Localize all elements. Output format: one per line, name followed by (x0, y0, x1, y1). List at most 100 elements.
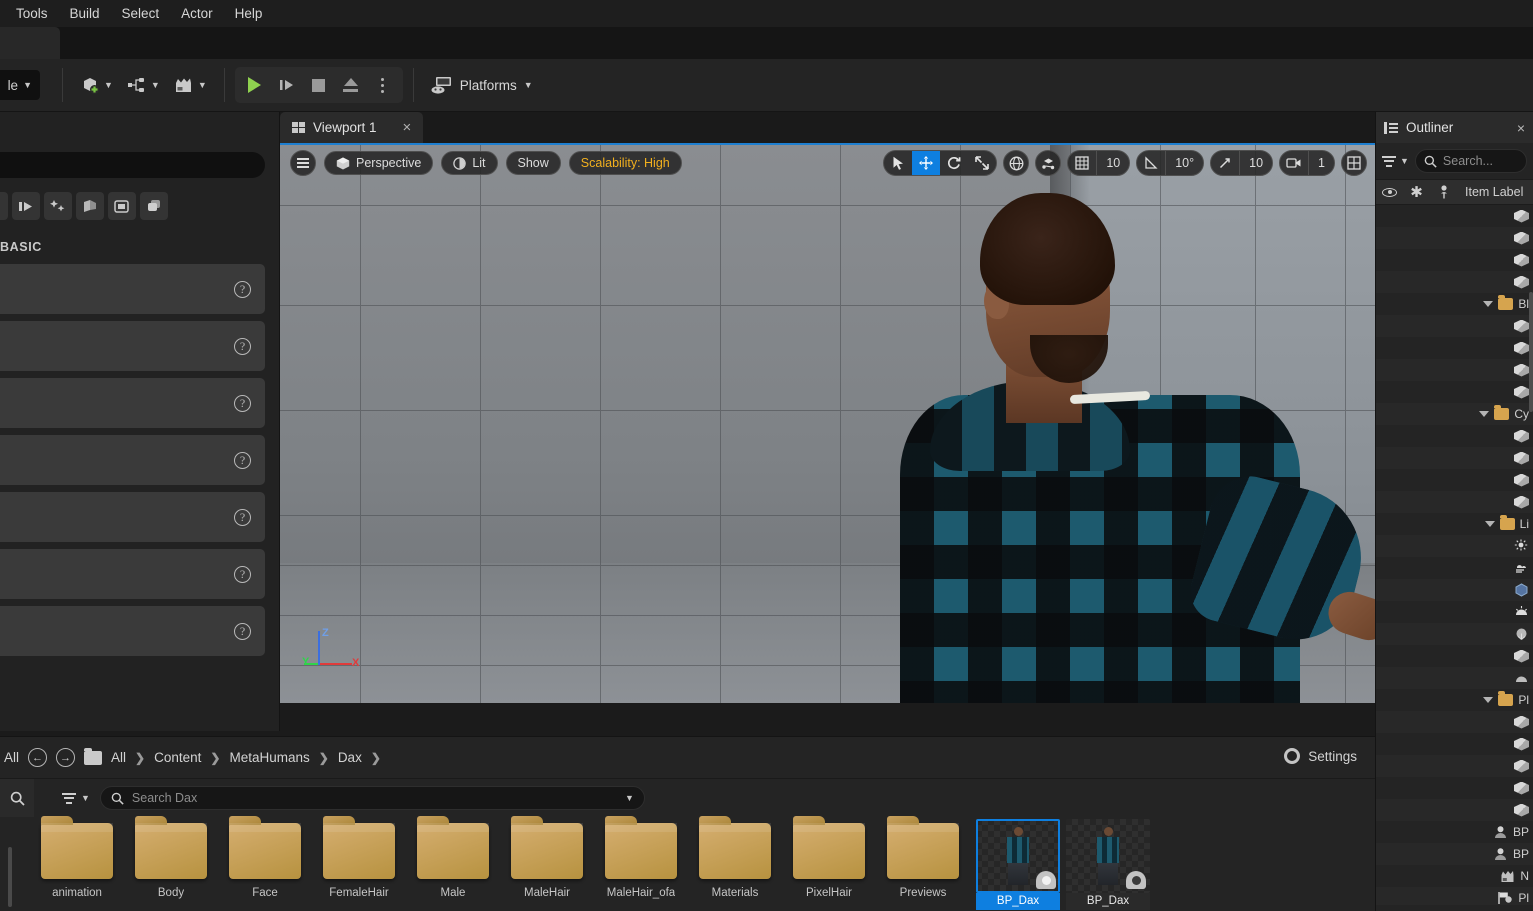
outliner-actor-row[interactable] (1376, 337, 1533, 359)
place-actors-search-input[interactable] (0, 152, 265, 178)
search-dax-field[interactable] (131, 791, 617, 805)
folder-item[interactable]: Body (124, 816, 218, 899)
place-actors-row[interactable]: ? (0, 321, 265, 371)
viewport-layout-button[interactable] (1341, 150, 1367, 176)
outliner-folder-row[interactable]: Cy (1376, 403, 1533, 425)
help-icon[interactable]: ? (234, 280, 251, 298)
scale-tool-button[interactable] (968, 151, 996, 175)
place-actors-row[interactable]: ? (0, 549, 265, 599)
expand-triangle-icon[interactable] (1479, 411, 1490, 417)
forward-arrow-icon[interactable]: → (56, 748, 76, 767)
breadcrumb-item-dax[interactable]: Dax (338, 750, 362, 765)
back-arrow-icon[interactable]: ← (28, 748, 48, 767)
coordinate-system-button[interactable] (1003, 150, 1030, 176)
outliner-actor-row[interactable] (1376, 381, 1533, 403)
outliner-actor-row[interactable] (1376, 711, 1533, 733)
outliner-actor-row[interactable] (1376, 755, 1533, 777)
select-tool-button[interactable] (884, 151, 912, 175)
outliner-folder-row[interactable]: Pl (1376, 689, 1533, 711)
eject-button[interactable] (335, 69, 367, 101)
angle-snap-toggle[interactable] (1137, 151, 1165, 175)
outliner-scrollbar[interactable] (1529, 292, 1533, 412)
menu-item-help[interactable]: Help (225, 2, 273, 25)
volumes-icon[interactable] (108, 192, 136, 220)
camera-speed-toggle[interactable] (1280, 151, 1308, 175)
content-browser-search-input[interactable]: ▼ (99, 786, 645, 810)
help-icon[interactable]: ? (234, 451, 251, 469)
breadcrumb-item-all[interactable]: All (111, 750, 126, 765)
outliner-actor-row[interactable] (1376, 733, 1533, 755)
breadcrumb-item-content[interactable]: Content (154, 750, 201, 765)
content-browser-settings-button[interactable]: Settings (1284, 748, 1357, 764)
outliner-actor-row[interactable] (1376, 447, 1533, 469)
outliner-actor-row[interactable] (1376, 491, 1533, 513)
angle-snap-value[interactable]: 10° (1165, 151, 1203, 175)
outliner-actor-row[interactable]: N (1376, 865, 1533, 887)
folder-item[interactable]: Previews (876, 816, 970, 899)
grid-snap-value[interactable]: 10 (1096, 151, 1129, 175)
place-actors-row[interactable]: ? (0, 378, 265, 428)
outliner-actor-row[interactable] (1376, 425, 1533, 447)
pin-column-header[interactable] (1430, 184, 1457, 200)
folder-item[interactable]: FemaleHair (312, 816, 406, 899)
asset-item-bp-dax[interactable]: BP_Dax (1066, 819, 1150, 910)
editor-mode-dropdown[interactable]: le ▼ (0, 70, 40, 100)
chevron-down-icon[interactable]: ▼ (625, 793, 634, 803)
outliner-actor-row[interactable] (1376, 249, 1533, 271)
content-browser-root-label[interactable]: All (4, 750, 19, 765)
expand-triangle-icon[interactable] (1483, 697, 1494, 703)
outliner-actor-row[interactable] (1376, 601, 1533, 623)
all-classes-icon[interactable] (140, 192, 168, 220)
outliner-actor-row[interactable] (1376, 205, 1533, 227)
expand-triangle-icon[interactable] (1483, 301, 1494, 307)
outliner-actor-row[interactable] (1376, 777, 1533, 799)
viewport-lit-button[interactable]: Lit (441, 151, 498, 175)
place-actors-row[interactable]: ? (0, 492, 265, 542)
sources-search-button[interactable] (0, 779, 34, 817)
close-icon[interactable]: × (1517, 120, 1525, 136)
recently-placed-icon[interactable] (0, 192, 8, 220)
folder-item[interactable]: Materials (688, 816, 782, 899)
skip-frame-button[interactable] (271, 69, 303, 101)
menu-item-tools[interactable]: Tools (6, 2, 58, 25)
folder-item[interactable]: MaleHair (500, 816, 594, 899)
outliner-actor-row[interactable] (1376, 535, 1533, 557)
help-icon[interactable]: ? (234, 622, 251, 640)
viewport[interactable]: Perspective Lit Show Scalability: High 1… (280, 143, 1375, 703)
viewport-tab[interactable]: Viewport 1 × (280, 112, 424, 143)
viewport-show-button[interactable]: Show (505, 151, 561, 175)
item-label-column-header[interactable]: Item Label (1457, 185, 1523, 199)
folder-item[interactable]: Face (218, 816, 312, 899)
outliner-actor-row[interactable] (1376, 799, 1533, 821)
level-tab[interactable] (0, 27, 60, 59)
play-more-options-button[interactable] (367, 69, 399, 101)
help-icon[interactable]: ? (234, 508, 251, 526)
viewport-options-button[interactable] (290, 150, 316, 176)
outliner-filter-button[interactable]: ▼ (1382, 155, 1409, 167)
outliner-actor-row[interactable] (1376, 227, 1533, 249)
play-button[interactable] (239, 69, 271, 101)
content-browser-scrollbar[interactable] (8, 847, 12, 907)
modified-column-header[interactable]: ✱ (1403, 185, 1430, 200)
outliner-row-list[interactable]: Bl Cy Li Pl BP BP N Pl (1376, 205, 1533, 905)
outliner-actor-row[interactable] (1376, 667, 1533, 689)
place-actors-row[interactable]: ? (0, 435, 265, 485)
viewport-perspective-button[interactable]: Perspective (324, 151, 434, 175)
expand-triangle-icon[interactable] (1484, 521, 1495, 527)
asset-item-bp-dax-selected[interactable]: BP_Dax (976, 819, 1060, 910)
outliner-actor-row[interactable]: BP (1376, 843, 1533, 865)
outliner-folder-row[interactable]: Li (1376, 513, 1533, 535)
breadcrumb-item-metahumans[interactable]: MetaHumans (229, 750, 309, 765)
folder-item[interactable]: animation (30, 816, 124, 899)
scale-snap-value[interactable]: 10 (1239, 151, 1272, 175)
blueprint-button[interactable]: ▼ (120, 68, 167, 102)
outliner-search-input[interactable]: Search... (1414, 149, 1527, 173)
cinematics-button[interactable]: ▼ (167, 68, 214, 102)
content-filter-button[interactable]: ▼ (62, 792, 90, 804)
folder-item[interactable]: MaleHair_ofa (594, 816, 688, 899)
geometry-icon[interactable] (76, 192, 104, 220)
basic-shapes-icon[interactable] (12, 192, 40, 220)
outliner-actor-row[interactable] (1376, 315, 1533, 337)
outliner-actor-row[interactable] (1376, 623, 1533, 645)
place-actors-row[interactable]: ? (0, 264, 265, 314)
